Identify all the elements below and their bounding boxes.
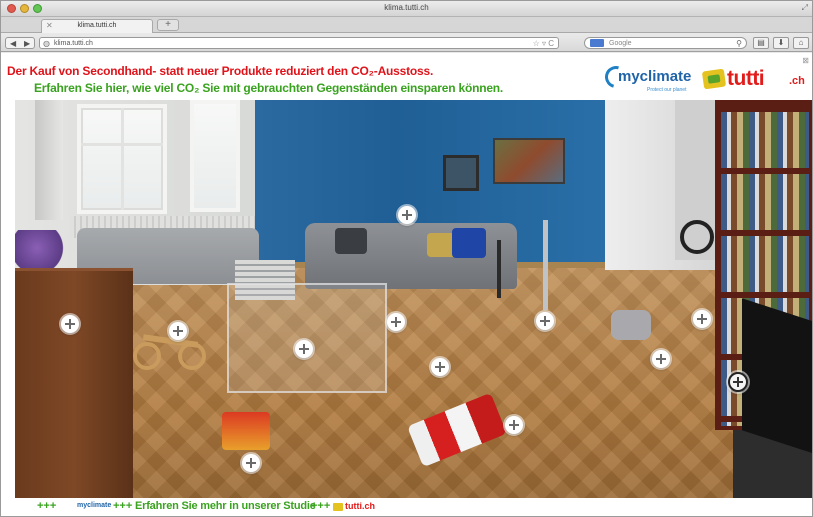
headline-green[interactable]: Erfahren Sie hier, wie viel CO₂ Sie mit … [34, 81, 503, 95]
search-input[interactable]: Google ⚲ [584, 37, 747, 49]
window-title: klima.tutti.ch [384, 3, 429, 12]
page-footer: +++ myclimate +++ Erfahren Sie mehr in u… [15, 498, 812, 516]
room-window-large [77, 104, 167, 214]
search-icon[interactable]: ⚲ [736, 38, 742, 49]
footer-study-link[interactable]: Erfahren Sie mehr in unserer Studie [135, 500, 316, 512]
reader-list-icon[interactable]: ▤ [753, 37, 769, 49]
footer-tutti-mark-icon [333, 503, 343, 511]
footer-tutti-logo[interactable]: tutti.ch [345, 501, 375, 511]
room-window-small [190, 100, 240, 212]
footer-plus-3: +++ [311, 500, 331, 512]
hotspot-balance-bike[interactable] [169, 322, 187, 340]
back-button[interactable]: ◀ [10, 38, 16, 49]
hotspot-vacuum[interactable] [652, 350, 670, 368]
myclimate-wordmark: myclimate [618, 68, 692, 85]
tutti-logo[interactable]: tutti .ch [701, 67, 809, 93]
glass-coffee-table [227, 283, 387, 393]
fullscreen-icon[interactable]: ⤢ [802, 3, 808, 13]
browser-toolbar: ◀ ▶ ◍ klima.tutti.ch ☆ ▿ C Google ⚲ ▤ ⬇ … [1, 34, 812, 52]
tutti-mark-icon [701, 68, 727, 90]
bookmark-reload-icons[interactable]: ☆ ▿ C [533, 38, 554, 49]
wooden-dresser [15, 268, 133, 498]
address-bar[interactable]: ◍ klima.tutti.ch ☆ ▿ C [39, 37, 559, 49]
hotspot-shoes[interactable] [431, 358, 449, 376]
browser-window: klima.tutti.ch ⤢ ✕ klima.tutti.ch + ◀ ▶ … [0, 0, 813, 517]
footer-plus-2: +++ [113, 500, 133, 512]
url-text: klima.tutti.ch [54, 40, 93, 47]
myclimate-logo[interactable]: myclimate Protect our planet [600, 61, 693, 94]
balance-bike-wheel [133, 342, 161, 370]
page-content: Der Kauf von Secondhand- statt neuer Pro… [1, 53, 812, 516]
tutti-suffix: .ch [789, 75, 805, 87]
tutti-wordmark: tutti [727, 67, 765, 90]
google-icon[interactable] [590, 39, 604, 47]
forward-button[interactable]: ▶ [24, 38, 30, 49]
close-banner-icon[interactable]: ⊠ [802, 56, 809, 65]
home-icon[interactable]: ⌂ [793, 37, 809, 49]
hotspot-race-car[interactable] [505, 416, 523, 434]
framed-portrait [443, 155, 479, 191]
page-header: Der Kauf von Secondhand- statt neuer Pro… [1, 53, 812, 100]
hotspot-dresser[interactable] [61, 315, 79, 333]
cushion-dark [335, 228, 367, 254]
side-table [497, 240, 501, 298]
framed-painting [493, 138, 565, 184]
vacuum-cleaner [611, 310, 651, 340]
tab-bar: ✕ klima.tutti.ch + [1, 17, 812, 33]
hotspot-magazines[interactable] [295, 340, 313, 358]
new-tab-button[interactable]: + [157, 19, 179, 31]
search-placeholder: Google [609, 40, 632, 47]
hotspot-sofa[interactable] [387, 313, 405, 331]
panorama-scene[interactable]: < > [15, 100, 812, 498]
parquet-floor [15, 268, 812, 498]
title-bar: klima.tutti.ch ⤢ [1, 1, 812, 17]
myclimate-tagline: Protect our planet [647, 87, 687, 93]
hotspot-bookcase[interactable] [728, 372, 748, 392]
hotspot-wall[interactable] [398, 206, 416, 224]
globe-icon: ◍ [43, 39, 50, 48]
hotspot-bicycle[interactable] [693, 310, 711, 328]
footer-plus-1: +++ [37, 500, 57, 512]
cushion-blue [452, 228, 486, 258]
bicycle [680, 220, 714, 254]
curtain [35, 100, 63, 220]
download-icon[interactable]: ⬇ [773, 37, 789, 49]
tab-klima[interactable]: ✕ klima.tutti.ch [41, 19, 153, 33]
headline-red: Der Kauf von Secondhand- statt neuer Pro… [7, 64, 434, 78]
hotspot-toy-truck[interactable] [242, 454, 260, 472]
hotspot-exercise-bike[interactable] [536, 312, 554, 330]
television [742, 298, 812, 454]
toy-truck [222, 412, 270, 450]
exercise-bike [543, 220, 583, 310]
footer-myclimate-logo[interactable]: myclimate [77, 502, 111, 509]
nav-buttons: ◀ ▶ [5, 37, 35, 49]
tab-label: klima.tutti.ch [77, 22, 117, 29]
